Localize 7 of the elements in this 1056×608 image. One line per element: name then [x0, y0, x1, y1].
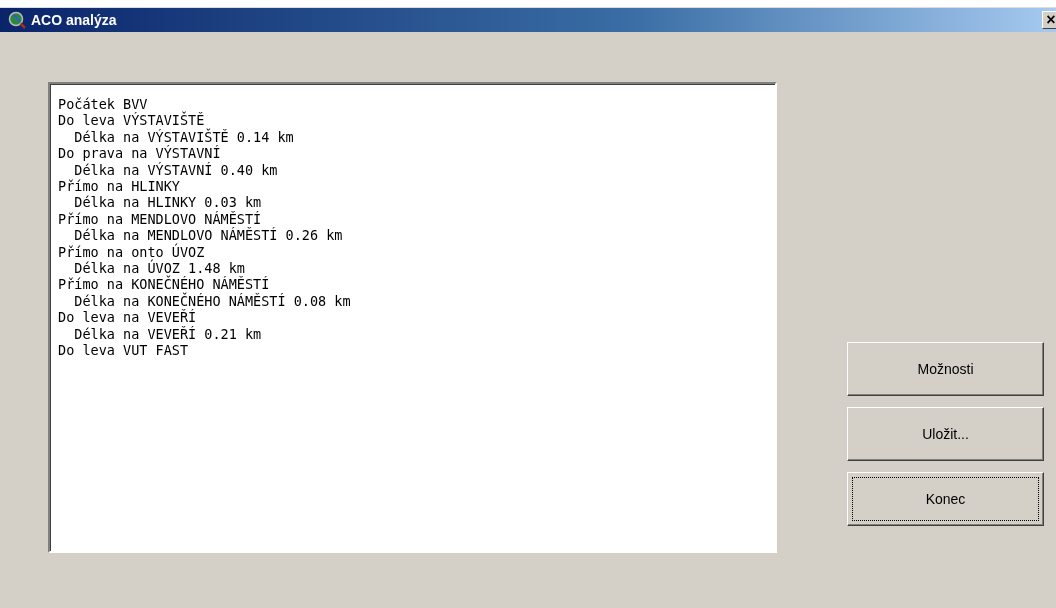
output-text-area[interactable]: Počátek BVV Do leva VÝSTAVIŠTĚ Délka na VÝSTAVIŠTĚ 0.14 km Do prava na VÝSTAVNÍ Délka na VÝSTAVNÍ 0.40 km Přímo na HLINKY Délka na HLINKY 0.03 km Přímo na MENDLOVO NÁMĚSTÍ Délka na MENDLOVO NÁMĚSTÍ 0.26 km Přímo na onto ÚVOZ Délka na ÚVOZ 1.48 km Přímo na KONEČNÉHO NÁMĚSTÍ Délka na KONEČNÉHO NÁMĚSTÍ 0.08 km Do leva na VEVEŘÍ Délka na VEVEŘÍ 0.21 km Do leva VUT FAST — [48, 82, 777, 553]
dialog-button[interactable]: Konec — [847, 472, 1044, 526]
window-title: ACO analýza — [31, 10, 117, 30]
close-button[interactable]: × — [1042, 11, 1056, 29]
dialog-button[interactable]: Možnosti — [847, 342, 1044, 396]
globe-magnifier-icon — [8, 11, 26, 29]
dialog-button[interactable]: Uložit... — [847, 407, 1044, 461]
